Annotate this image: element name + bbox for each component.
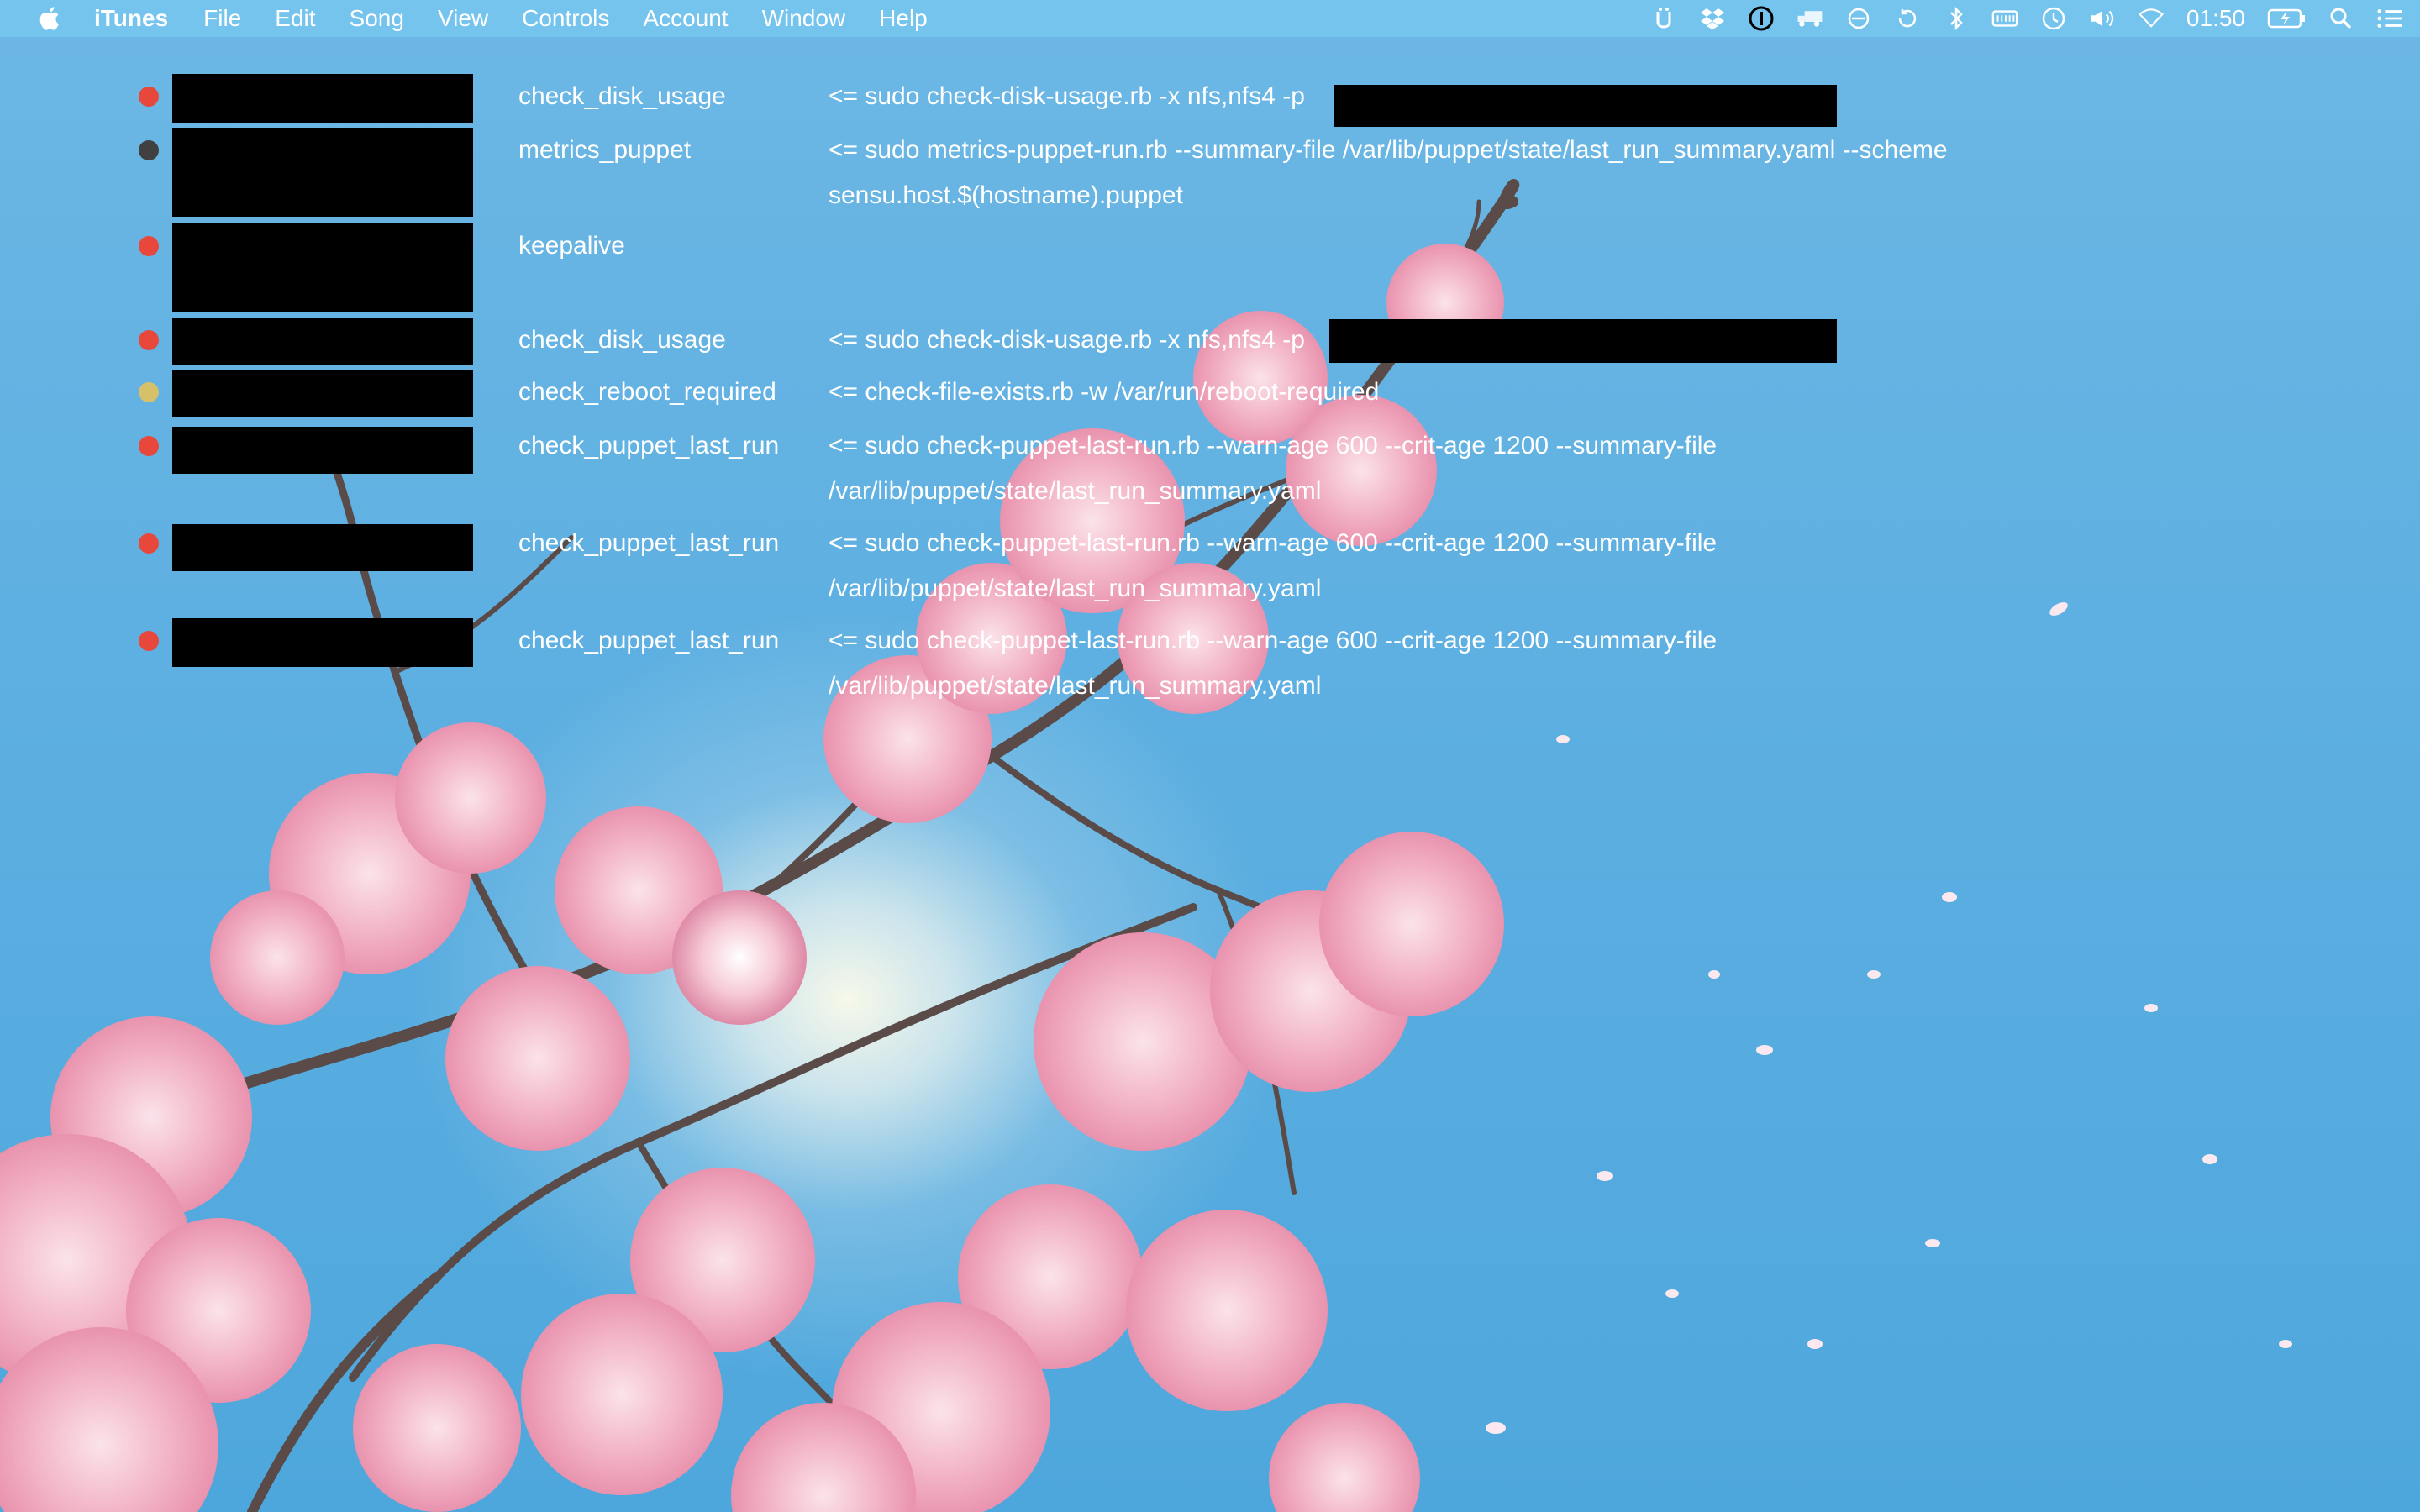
check-command: <= sudo check-puppet-last-run.rb --warn-…: [829, 627, 1718, 700]
sensu-checks-widget: check_disk_usage <= sudo check-disk-usag…: [0, 0, 2420, 756]
check-name: check_reboot_required: [518, 378, 776, 406]
redacted-hostname: [172, 524, 473, 571]
redacted-hostname: [172, 318, 473, 365]
redacted-hostname: [172, 128, 473, 217]
redacted-command-arg: [1334, 85, 1837, 127]
status-dot-red: [139, 533, 159, 554]
check-command: <= sudo metrics-puppet-run.rb --summary-…: [829, 136, 1948, 209]
status-dot-red: [139, 87, 159, 107]
redacted-hostname: [172, 370, 473, 417]
redacted-hostname: [172, 74, 473, 123]
check-name: check_puppet_last_run: [518, 627, 780, 654]
redacted-command-arg: [1329, 319, 1837, 363]
check-command: <= check-file-exists.rb -w /var/run/rebo…: [829, 378, 1380, 406]
check-name: check_disk_usage: [518, 82, 726, 110]
status-dot-red: [139, 330, 159, 350]
check-name: metrics_puppet: [518, 136, 692, 164]
status-dot-red: [139, 236, 159, 256]
status-dot-red: [139, 436, 159, 456]
redacted-hostname: [172, 618, 473, 667]
check-name: check_puppet_last_run: [518, 529, 780, 557]
redacted-hostname: [172, 427, 473, 474]
status-dot-yellow: [139, 382, 159, 402]
check-command: <= sudo check-puppet-last-run.rb --warn-…: [829, 432, 1718, 505]
status-dot-gray: [139, 140, 159, 160]
check-command: <= sudo check-puppet-last-run.rb --warn-…: [829, 529, 1718, 602]
check-name: keepalive: [518, 232, 625, 260]
check-name: check_puppet_last_run: [518, 432, 780, 459]
redacted-hostname: [172, 223, 473, 312]
check-name: check_disk_usage: [518, 326, 726, 354]
status-dot-red: [139, 631, 159, 651]
